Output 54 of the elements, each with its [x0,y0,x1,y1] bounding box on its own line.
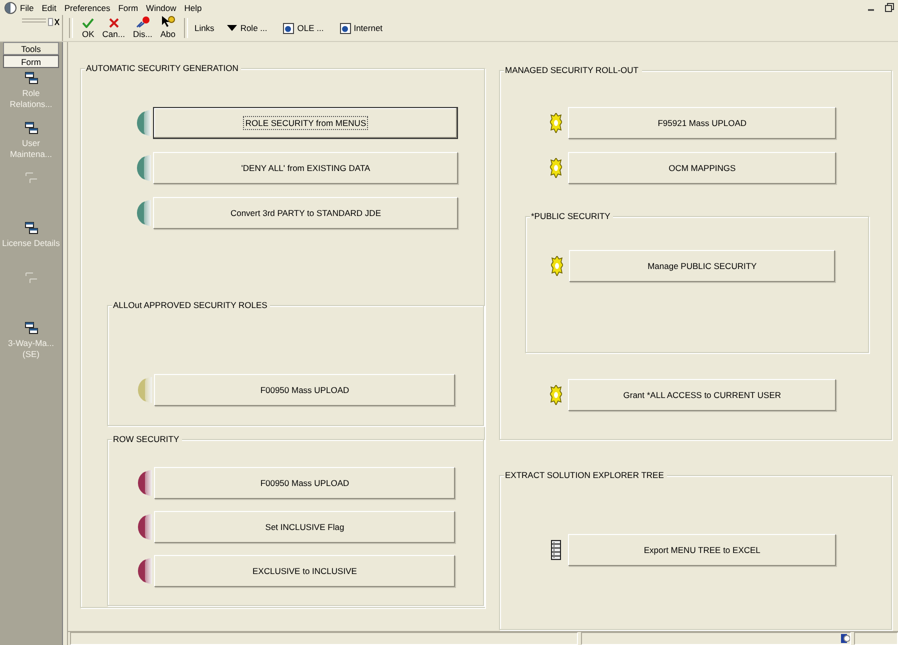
action-button[interactable]: Set INCLUSIVE Flag [154,511,455,543]
action-button[interactable]: EXCLUSIVE to INCLUSIVE [154,555,455,587]
group-title: *PUBLIC SECURITY [530,211,614,222]
app-logo-icon [4,2,17,14]
restore-icon[interactable] [885,3,894,12]
group-title: ROW SECURITY [112,434,182,445]
file-cabinet-icon [551,540,562,560]
menu-item[interactable]: Form [118,2,138,12]
gear-icon [550,113,562,133]
action-button[interactable]: F00950 Mass UPLOAD [154,467,455,499]
link-button[interactable]: OLE ... [280,20,327,36]
action-button[interactable]: Manage PUBLIC SECURITY [569,250,835,282]
menu-item[interactable]: File [20,2,34,12]
group-title: MANAGED SECURITY ROLL-OUT [504,65,642,76]
action-button[interactable]: 'DENY ALL' from EXISTING DATA [153,152,458,184]
pin-icon [136,16,150,28]
link-button[interactable]: Internet [336,20,386,36]
gear-icon [550,385,562,405]
group-title: AUTOMATIC SECURITY GENERATION [85,63,242,74]
toolbar-button[interactable]: OK [79,16,98,41]
action-button[interactable]: Export MENU TREE to EXCEL [568,534,836,566]
panel-controls-icon [20,17,60,27]
dropdown-arrow-icon [227,25,238,31]
toolbar-button[interactable]: Dis... [130,14,156,41]
links-label: Links [194,23,214,33]
status-icon [840,633,850,644]
dropdown-button[interactable]: Role ... [224,21,270,35]
checkmark-icon [82,18,94,28]
menu-item[interactable]: Edit [42,2,56,12]
action-button[interactable]: Convert 3rd PARTY to STANDARD JDE [153,197,458,229]
gear-icon [550,158,562,178]
window-icon[interactable] [24,322,38,334]
group-title: ALLOut APPROVED SECURITY ROLES [112,300,270,311]
toolbar-button[interactable]: Abo [157,13,178,41]
action-button[interactable]: ROLE SECURITY from MENUS [153,107,458,139]
pointer-help-icon [160,15,175,28]
gear-icon [551,256,564,276]
window-icon[interactable] [24,222,38,234]
group-title: EXTRACT SOLUTION EXPLORER TREE [504,470,667,481]
action-button[interactable]: OCM MAPPINGS [568,152,836,184]
sidebar-tab[interactable]: Tools [3,42,59,55]
sidebar-tab[interactable]: Form [3,55,59,68]
action-button[interactable]: Grant *ALL ACCESS to CURRENT USER [568,379,836,411]
menu-item[interactable]: Preferences [64,2,110,12]
menu-item[interactable]: Window [146,2,176,12]
document-icon [340,22,351,34]
action-button[interactable]: F95921 Mass UPLOAD [568,107,836,139]
window-icon[interactable] [24,72,38,84]
document-icon [283,22,294,34]
toolbar-button[interactable]: Can... [99,16,128,41]
menu-item[interactable]: Help [184,2,202,12]
close-icon [108,18,119,28]
action-button[interactable]: F00950 Mass UPLOAD [154,374,455,406]
window-icon[interactable] [24,122,38,134]
